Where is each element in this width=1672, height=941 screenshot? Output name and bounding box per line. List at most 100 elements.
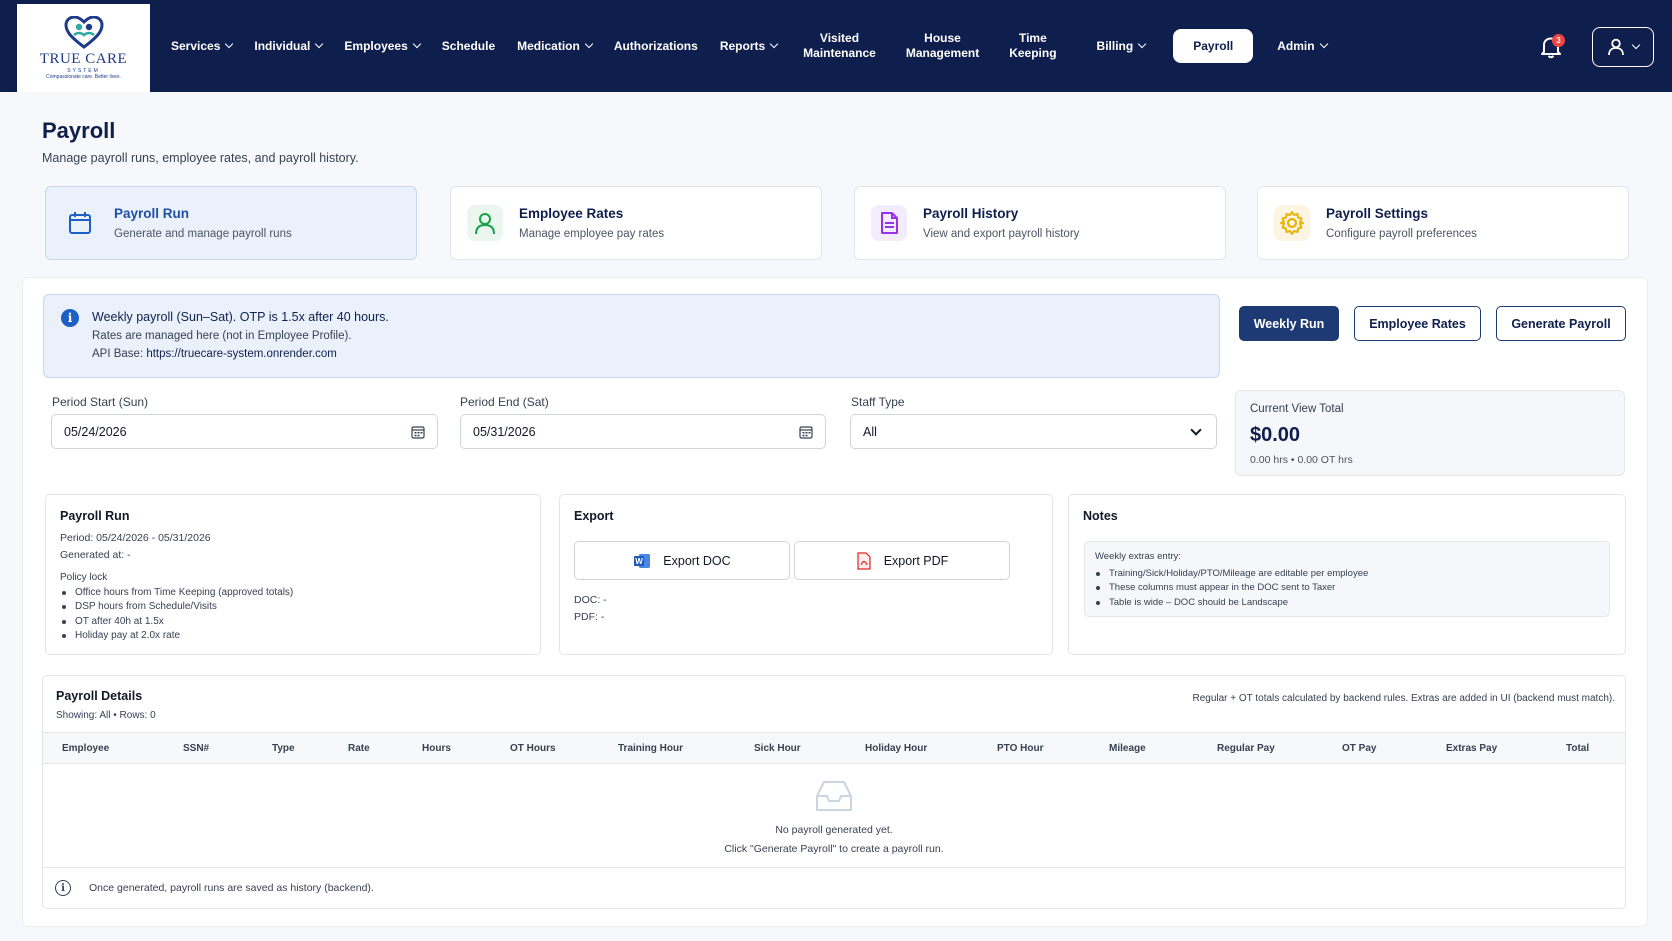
- policy-item: Office hours from Time Keeping (approved…: [61, 587, 294, 598]
- chevron-down-icon: [315, 39, 324, 49]
- nav-house-label-1: House: [924, 31, 961, 45]
- card-employee-rates-text: Employee Rates Manage employee pay rates: [519, 206, 664, 240]
- note-item: Table is wide – DOC should be Landscape: [1095, 597, 1289, 608]
- card-description: Manage employee pay rates: [519, 228, 665, 240]
- column-header: Training Hour: [618, 743, 683, 754]
- notes-heading: Weekly extras entry:: [1095, 551, 1181, 562]
- nav-payroll[interactable]: Payroll: [1173, 29, 1254, 63]
- card-payroll-run-text: Payroll Run Generate and manage payroll …: [114, 206, 292, 240]
- payroll-generated-at: Generated at: -: [60, 549, 131, 561]
- nav-admin[interactable]: Admin: [1253, 39, 1337, 54]
- nav-services[interactable]: Services: [160, 39, 243, 54]
- card-payroll-settings[interactable]: Payroll Settings Configure payroll prefe…: [1257, 186, 1629, 260]
- generate-payroll-button[interactable]: Generate Payroll: [1496, 306, 1626, 341]
- payroll-details-title: Payroll Details: [56, 689, 143, 703]
- staff-type-value: All: [863, 424, 877, 439]
- payroll-run-card: Payroll Run Period: 05/24/2026 - 05/31/2…: [45, 494, 541, 655]
- card-title: Payroll Settings: [1326, 206, 1429, 221]
- notes-card: Notes Weekly extras entry: Training/Sick…: [1068, 494, 1626, 655]
- weekly-run-button[interactable]: Weekly Run: [1239, 306, 1339, 341]
- nav-admin-label: Admin: [1277, 38, 1315, 53]
- nav-house-label-2: Management: [905, 46, 980, 60]
- card-title: Employee Rates: [519, 206, 624, 221]
- chevron-down-icon: [412, 39, 422, 49]
- column-header: OT Pay: [1342, 743, 1377, 754]
- column-header: Sick Hour: [754, 743, 801, 754]
- page-subtitle: Manage payroll runs, employee rates, and…: [42, 151, 359, 165]
- card-title: Payroll History: [923, 206, 1019, 221]
- brand-name: TRUE CARE: [39, 51, 128, 67]
- nav-medication[interactable]: Medication: [506, 39, 603, 54]
- card-employee-rates[interactable]: Employee Rates Manage employee pay rates: [450, 186, 822, 260]
- card-title: Payroll Run: [114, 206, 190, 221]
- period-start-label: Period Start (Sun): [52, 395, 149, 409]
- brand-tagline: Compassionate care. Better lives.: [46, 74, 121, 80]
- chevron-down-icon: [769, 39, 779, 49]
- user-menu-button[interactable]: [1592, 27, 1654, 67]
- info-banner: i Weekly payroll (Sun–Sat). OTP is 1.5x …: [43, 294, 1220, 378]
- card-description: Configure payroll preferences: [1326, 228, 1477, 240]
- export-pdf-label: Export PDF: [883, 553, 949, 568]
- column-header: Type: [272, 743, 295, 754]
- notes-content: Weekly extras entry: Training/Sick/Holid…: [1084, 541, 1610, 617]
- column-header: Mileage: [1109, 743, 1146, 754]
- gear-icon: [1274, 205, 1310, 241]
- column-header: OT Hours: [510, 743, 556, 754]
- chevron-down-icon: [584, 39, 594, 49]
- column-header: Holiday Hour: [865, 743, 928, 754]
- api-base-label: API Base:: [92, 348, 144, 360]
- nav-employees[interactable]: Employees: [333, 39, 430, 54]
- period-start-value: 05/24/2026: [64, 424, 127, 439]
- calculation-note: Regular + OT totals calculated by backen…: [1192, 693, 1615, 704]
- payroll-details-table: Payroll Details Showing: All • Rows: 0 R…: [42, 675, 1626, 909]
- nav-reports[interactable]: Reports: [709, 39, 788, 54]
- period-start-input[interactable]: 05/24/2026: [51, 414, 438, 449]
- nav-visited-label-2: Maintenance: [803, 46, 876, 60]
- nav-individual-label: Individual: [254, 38, 311, 53]
- nav-schedule-label: Schedule: [441, 38, 496, 53]
- nav-individual[interactable]: Individual: [243, 39, 333, 54]
- nav-time-label-2: Keeping: [1009, 46, 1057, 60]
- total-hours: 0.00 hrs • 0.00 OT hrs: [1250, 454, 1353, 466]
- pdf-icon: [857, 551, 871, 570]
- inbox-icon: [816, 781, 852, 811]
- staff-type-select[interactable]: All: [850, 414, 1217, 449]
- card-payroll-history-text: Payroll History View and export payroll …: [923, 206, 1079, 240]
- nav-billing[interactable]: Billing: [1072, 39, 1174, 54]
- brand-logo[interactable]: TRUE CARE SYSTEM Compassionate care. Bet…: [17, 4, 150, 92]
- nav-time-keeping[interactable]: Time Keeping: [994, 31, 1071, 61]
- export-pdf-button[interactable]: Export PDF: [794, 541, 1010, 580]
- period-end-input[interactable]: 05/31/2026: [460, 414, 826, 449]
- calendar-icon[interactable]: [799, 425, 813, 439]
- employee-rates-button[interactable]: Employee Rates: [1354, 306, 1481, 341]
- document-icon: [871, 205, 907, 241]
- doc-status: DOC: -: [574, 594, 607, 606]
- note-item: Training/Sick/Holiday/PTO/Mileage are ed…: [1095, 568, 1369, 579]
- nav-payroll-label: Payroll: [1193, 38, 1234, 53]
- column-header: Hours: [422, 743, 451, 754]
- info-line-1: Weekly payroll (Sun–Sat). OTP is 1.5x af…: [92, 310, 389, 324]
- api-base-url: https://truecare-system.onrender.com: [146, 348, 337, 360]
- nav-authorizations[interactable]: Authorizations: [603, 39, 709, 54]
- export-title: Export: [574, 509, 614, 523]
- card-payroll-settings-text: Payroll Settings Configure payroll prefe…: [1326, 206, 1477, 240]
- notes-title: Notes: [1083, 509, 1118, 523]
- column-header: PTO Hour: [997, 743, 1044, 754]
- card-payroll-run[interactable]: Payroll Run Generate and manage payroll …: [45, 186, 417, 260]
- history-note: Once generated, payroll runs are saved a…: [89, 882, 374, 894]
- info-icon: i: [55, 880, 71, 896]
- policy-item: DSP hours from Schedule/Visits: [62, 601, 217, 612]
- nav-schedule[interactable]: Schedule: [431, 39, 506, 54]
- calendar-icon: [62, 205, 98, 241]
- nav-authorizations-label: Authorizations: [613, 38, 698, 53]
- nav-house-management[interactable]: House Management: [891, 31, 994, 61]
- card-payroll-history[interactable]: Payroll History View and export payroll …: [854, 186, 1226, 260]
- heart-logo-icon: [63, 16, 104, 49]
- export-doc-button[interactable]: W Export DOC: [574, 541, 790, 580]
- empty-state-message: No payroll generated yet.: [775, 824, 893, 836]
- calendar-icon[interactable]: [411, 425, 425, 439]
- staff-type-label: Staff Type: [851, 395, 905, 409]
- table-header: Employee SSN# Type Rate Hours OT Hours T…: [43, 732, 1625, 764]
- nav-time-label-1: Time: [1018, 31, 1047, 45]
- nav-visited-maintenance[interactable]: Visited Maintenance: [788, 31, 891, 61]
